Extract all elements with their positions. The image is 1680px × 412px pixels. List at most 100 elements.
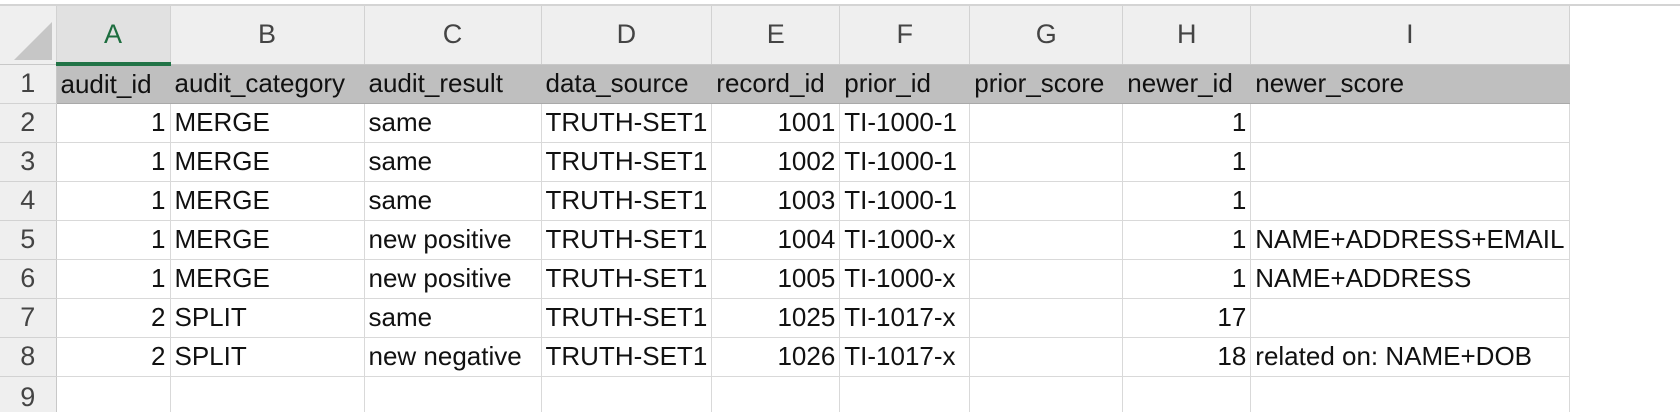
cell-a3[interactable]: 1 (56, 142, 171, 182)
cell-g8[interactable] (969, 337, 1124, 377)
cell-f2[interactable]: TI-1000-1 (839, 103, 971, 143)
column-header-g[interactable]: G (969, 6, 1124, 65)
cell-b7[interactable]: SPLIT (170, 298, 365, 338)
cell-b8[interactable]: SPLIT (170, 337, 365, 377)
cell-d9[interactable] (541, 376, 713, 412)
cell-f7[interactable]: TI-1017-x (839, 298, 971, 338)
row-header-5[interactable]: 5 (0, 220, 57, 260)
cell-e6[interactable]: 1005 (711, 259, 841, 299)
cell-e3[interactable]: 1002 (711, 142, 841, 182)
cell-h9[interactable] (1122, 376, 1252, 412)
cell-h2[interactable]: 1 (1122, 103, 1252, 143)
cell-g3[interactable] (969, 142, 1124, 182)
cell-d5[interactable]: TRUTH-SET1 (541, 220, 713, 260)
cell-d1[interactable]: data_source (541, 64, 713, 104)
cell-f6[interactable]: TI-1000-x (839, 259, 971, 299)
cell-i3[interactable] (1250, 142, 1570, 182)
cell-a4[interactable]: 1 (56, 181, 171, 221)
cell-i6[interactable]: NAME+ADDRESS (1250, 259, 1570, 299)
cell-c2[interactable]: same (364, 103, 542, 143)
cell-b2[interactable]: MERGE (170, 103, 365, 143)
cell-b5[interactable]: MERGE (170, 220, 365, 260)
cell-i4[interactable] (1250, 181, 1570, 221)
row-header-7[interactable]: 7 (0, 298, 57, 338)
row-header-8[interactable]: 8 (0, 337, 57, 377)
cell-i1[interactable]: newer_score (1250, 64, 1570, 104)
cell-d7[interactable]: TRUTH-SET1 (541, 298, 713, 338)
cell-h8[interactable]: 18 (1122, 337, 1252, 377)
cell-c9[interactable] (364, 376, 542, 412)
cell-c5[interactable]: new positive (364, 220, 542, 260)
column-header-b[interactable]: B (170, 6, 365, 65)
column-header-i[interactable]: I (1250, 6, 1570, 65)
cell-a9[interactable] (56, 376, 171, 412)
cell-i2[interactable] (1250, 103, 1570, 143)
cell-g9[interactable] (969, 376, 1124, 412)
cell-a5[interactable]: 1 (56, 220, 171, 260)
cell-e2[interactable]: 1001 (711, 103, 841, 143)
row-header-9[interactable]: 9 (0, 376, 57, 412)
column-header-c[interactable]: C (364, 6, 542, 65)
cell-d2[interactable]: TRUTH-SET1 (541, 103, 713, 143)
row-header-3[interactable]: 3 (0, 142, 57, 182)
cell-b3[interactable]: MERGE (170, 142, 365, 182)
cell-b4[interactable]: MERGE (170, 181, 365, 221)
cell-d4[interactable]: TRUTH-SET1 (541, 181, 713, 221)
cell-e4[interactable]: 1003 (711, 181, 841, 221)
cell-d3[interactable]: TRUTH-SET1 (541, 142, 713, 182)
cell-i9[interactable] (1250, 376, 1570, 412)
cell-f9[interactable] (839, 376, 971, 412)
column-header-d[interactable]: D (541, 6, 713, 65)
cell-e5[interactable]: 1004 (711, 220, 841, 260)
cell-f5[interactable]: TI-1000-x (839, 220, 971, 260)
cell-b6[interactable]: MERGE (170, 259, 365, 299)
cell-a6[interactable]: 1 (56, 259, 171, 299)
cell-c1[interactable]: audit_result (364, 64, 542, 104)
row-header-6[interactable]: 6 (0, 259, 57, 299)
column-header-e[interactable]: E (711, 6, 841, 65)
cell-f3[interactable]: TI-1000-1 (839, 142, 971, 182)
cell-a8[interactable]: 2 (56, 337, 171, 377)
cell-g2[interactable] (969, 103, 1124, 143)
column-header-f[interactable]: F (839, 6, 971, 65)
cell-h5[interactable]: 1 (1122, 220, 1252, 260)
cell-e7[interactable]: 1025 (711, 298, 841, 338)
cell-g7[interactable] (969, 298, 1124, 338)
cell-a1[interactable]: audit_id (56, 64, 171, 104)
cell-e1[interactable]: record_id (711, 64, 841, 104)
cell-e8[interactable]: 1026 (711, 337, 841, 377)
cell-h6[interactable]: 1 (1122, 259, 1252, 299)
cell-f1[interactable]: prior_id (839, 64, 971, 104)
cell-d6[interactable]: TRUTH-SET1 (541, 259, 713, 299)
cell-h7[interactable]: 17 (1122, 298, 1252, 338)
select-all-corner[interactable] (0, 6, 57, 65)
cell-d8[interactable]: TRUTH-SET1 (541, 337, 713, 377)
cell-h3[interactable]: 1 (1122, 142, 1252, 182)
cell-e9[interactable] (711, 376, 841, 412)
cell-a2[interactable]: 1 (56, 103, 171, 143)
cell-c6[interactable]: new positive (364, 259, 542, 299)
cell-i8[interactable]: related on: NAME+DOB (1250, 337, 1570, 377)
cell-c7[interactable]: same (364, 298, 542, 338)
cell-i7[interactable] (1250, 298, 1570, 338)
cell-a7[interactable]: 2 (56, 298, 171, 338)
cell-h4[interactable]: 1 (1122, 181, 1252, 221)
column-header-h[interactable]: H (1122, 6, 1252, 65)
cell-g4[interactable] (969, 181, 1124, 221)
cell-b1[interactable]: audit_category (170, 64, 365, 104)
row-header-2[interactable]: 2 (0, 103, 57, 143)
cell-c8[interactable]: new negative (364, 337, 542, 377)
row-header-4[interactable]: 4 (0, 181, 57, 221)
cell-g6[interactable] (969, 259, 1124, 299)
cell-b9[interactable] (170, 376, 365, 412)
cell-c3[interactable]: same (364, 142, 542, 182)
column-header-a[interactable]: A (56, 6, 171, 66)
cell-f4[interactable]: TI-1000-1 (839, 181, 971, 221)
cell-h1[interactable]: newer_id (1122, 64, 1252, 104)
cell-c4[interactable]: same (364, 181, 542, 221)
cell-g1[interactable]: prior_score (969, 64, 1124, 104)
cell-f8[interactable]: TI-1017-x (839, 337, 971, 377)
cell-g5[interactable] (969, 220, 1124, 260)
row-header-1[interactable]: 1 (0, 64, 57, 104)
cell-i5[interactable]: NAME+ADDRESS+EMAIL (1250, 220, 1570, 260)
